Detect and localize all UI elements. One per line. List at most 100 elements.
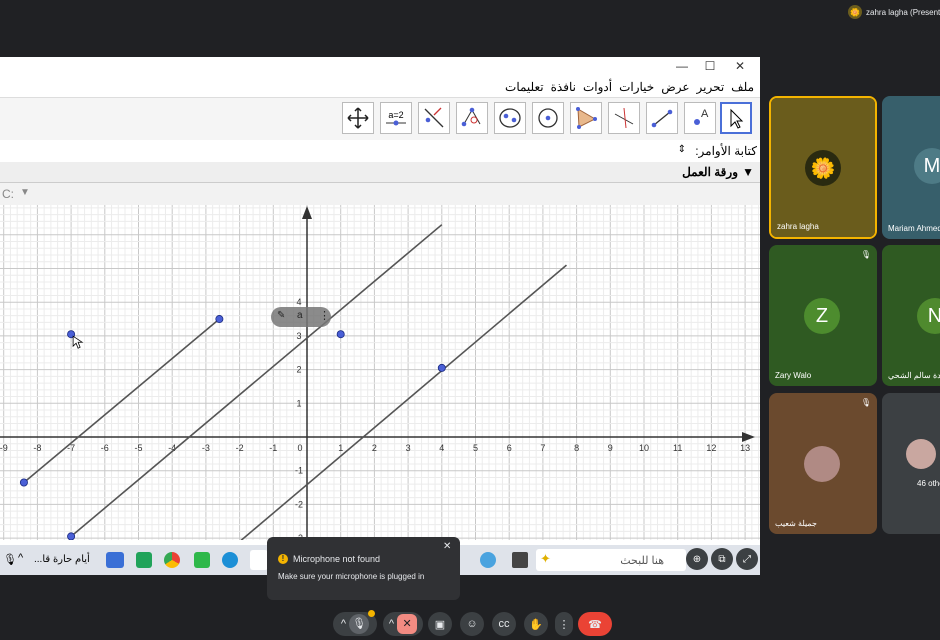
graphics-view[interactable]: -9-8-7-6-5-4-3-2-1012345678910111213-4-3… [0, 205, 760, 540]
y-tick-label: 3 [296, 331, 301, 341]
perpendicular-tool[interactable] [418, 102, 450, 134]
slider-tool-label: a=2 [388, 110, 404, 120]
input-spinner-icon[interactable]: ⇕ [678, 144, 686, 155]
captions-button[interactable]: cc [492, 612, 516, 636]
label-icon[interactable]: a [297, 310, 303, 321]
slider-icon [386, 120, 406, 126]
pointer-tool[interactable] [720, 102, 752, 134]
app-icon-files[interactable] [106, 552, 124, 568]
line-tool[interactable] [646, 102, 678, 134]
data-point[interactable] [336, 330, 345, 339]
y-tick-label: 2 [296, 365, 301, 375]
input-bar[interactable]: كتابة الأوامر: ⇕ [0, 140, 760, 163]
participant-tile-jamila[interactable]: جميلة شعيب 🎙 [769, 393, 877, 534]
raise-hand-button[interactable]: ✋ [524, 612, 548, 636]
presenter-label: zahra lagha (Presenting) [866, 7, 940, 17]
present-button[interactable]: ▣ [428, 612, 452, 636]
task-view-icon[interactable] [512, 552, 528, 568]
app-icon-kaspersky[interactable] [136, 552, 152, 568]
move-graphics-tool[interactable] [342, 102, 374, 134]
muted-mic-icon: 🎙 [860, 250, 871, 259]
polygon-tool[interactable] [570, 102, 602, 134]
x-tick-label: -8 [33, 443, 41, 453]
x-tick-label: 1 [338, 443, 343, 453]
point-icon: A [694, 108, 709, 125]
x-tick-label: 2 [372, 443, 377, 453]
camera-button[interactable]: ^ ✕ [383, 612, 423, 636]
menu-window[interactable]: نافذة [551, 80, 576, 94]
participant-name: Zary Walo [775, 371, 812, 380]
camera-off-icon: ✕ [397, 614, 418, 634]
chevron-up-icon[interactable]: ^ [341, 618, 346, 630]
participant-tile-others[interactable]: 46 others [882, 393, 940, 534]
menu-file[interactable]: ملف [731, 80, 754, 94]
minimize-button[interactable]: — [672, 59, 692, 73]
toast-close-button[interactable]: ✕ [443, 541, 451, 552]
point-tool[interactable]: A [684, 102, 716, 134]
menu-view[interactable]: عرض [661, 80, 689, 94]
taskbar-app-label[interactable]: أيام حارة قا... [34, 554, 90, 565]
open-new-window-icon[interactable]: ⧉ [711, 548, 733, 570]
geogebra-app-icon[interactable] [250, 550, 268, 570]
more-options-icon[interactable]: ⋮ [319, 309, 330, 322]
fullscreen-icon[interactable]: ⤢ [736, 548, 758, 570]
x-tick-label: -5 [134, 443, 142, 453]
menu-options[interactable]: خيارات [619, 80, 654, 94]
tray-chevron-icon[interactable]: ^ [18, 552, 23, 564]
others-count: 46 others [917, 479, 940, 488]
x-tick-label: -6 [101, 443, 109, 453]
y-tick-label: 4 [296, 297, 301, 307]
style-bar-button[interactable]: C: [2, 187, 14, 201]
y-tick-label: -2 [295, 499, 303, 509]
y-tick-label: 1 [296, 398, 301, 408]
floating-style-menu[interactable]: ✎ a ⋮ [271, 307, 331, 327]
maximize-button[interactable]: ☐ [700, 59, 720, 73]
title-bar: — ☐ ✕ [0, 57, 760, 77]
data-point[interactable] [19, 478, 28, 487]
app-icon-blue[interactable] [480, 552, 496, 568]
participant-tile-mariam[interactable]: M Mariam Ahmed [882, 96, 940, 239]
participant-tile-n[interactable]: N خالدة سالم الشحي [882, 245, 940, 386]
microphone-tray-icon[interactable]: 🎙 [3, 553, 17, 566]
x-tick-label: 12 [706, 443, 716, 453]
conic-tool[interactable] [494, 102, 526, 134]
menu-tools[interactable]: أدوات [583, 80, 612, 94]
others-avatar-stack [906, 439, 936, 469]
move-icon [347, 107, 369, 129]
circle-tool[interactable] [532, 102, 564, 134]
locus-tool[interactable] [456, 102, 488, 134]
app-icon-camtasia[interactable] [194, 552, 210, 568]
geogebra-window: — ☐ ✕ ملف تحرير عرض خيارات أدوات نافذة ت… [0, 57, 760, 575]
end-call-button[interactable]: ☎ [578, 612, 612, 636]
taskbar-search-box[interactable]: هنا للبحث ✦ [536, 549, 686, 571]
participant-name: zahra lagha [777, 222, 819, 231]
data-point[interactable] [67, 532, 76, 540]
menu-edit[interactable]: تحرير [697, 80, 725, 94]
menu-bar: ملف تحرير عرض خيارات أدوات نافذة تعليمات [0, 77, 760, 97]
segment-icon [651, 109, 673, 128]
intersect-tool[interactable] [608, 102, 640, 134]
graphics-view-title: ورقة العمل [682, 165, 738, 179]
data-point[interactable] [437, 363, 446, 372]
mic-warning-badge [368, 610, 375, 617]
participant-name: Mariam Ahmed [888, 224, 940, 233]
x-tick-label: -2 [236, 443, 244, 453]
participant-tile-zary[interactable]: Z Zary Walo 🎙 [769, 245, 877, 386]
zoom-icon[interactable]: ⊕ [686, 548, 708, 570]
chrome-icon[interactable] [164, 552, 180, 568]
pin-icon[interactable]: ✎ [277, 310, 285, 321]
reactions-button[interactable]: ☺ [460, 612, 484, 636]
mic-button[interactable]: ^ 🎙 [333, 610, 377, 636]
style-bar-arrow-icon[interactable]: ▼ [20, 187, 30, 198]
close-window-button[interactable]: ✕ [730, 59, 750, 73]
toast-title: Microphone not found [293, 554, 381, 564]
more-options-button[interactable]: ⋮ [555, 612, 573, 636]
menu-help[interactable]: تعليمات [505, 80, 544, 94]
edge-icon[interactable] [222, 552, 238, 568]
participant-tile-presenter[interactable]: 🌼 zahra lagha [769, 96, 877, 239]
chevron-up-icon[interactable]: ^ [389, 618, 394, 630]
line-segment [70, 224, 443, 538]
data-point[interactable] [215, 315, 224, 324]
slider-tool[interactable]: a=2 [380, 102, 412, 134]
collapse-arrow-icon[interactable]: ▼ [742, 165, 754, 179]
